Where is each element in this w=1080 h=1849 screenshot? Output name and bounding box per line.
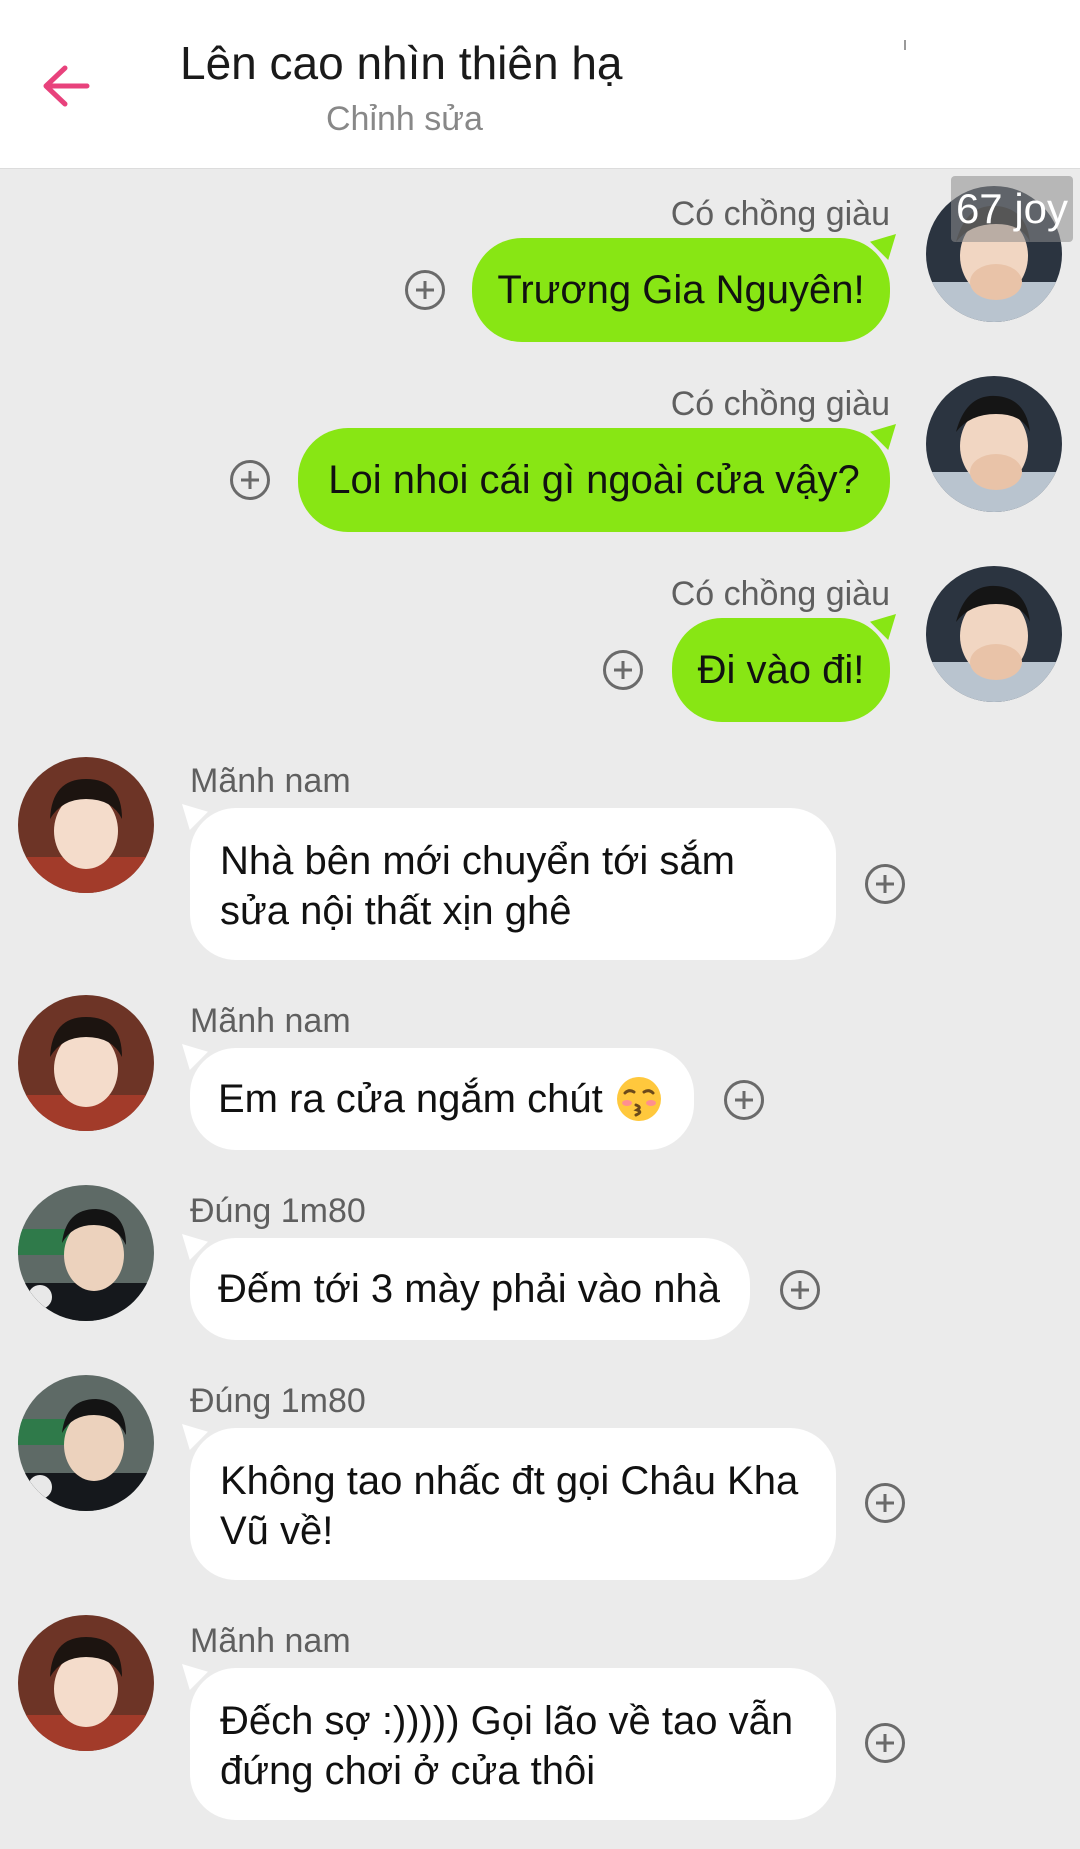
message-text-line: sửa nội thất xịn ghê [220, 889, 572, 933]
message-bubble[interactable]: Em ra cửa ngắm chút [190, 1048, 694, 1150]
chat-title: Lên cao nhìn thiên hạ [180, 37, 623, 89]
kissing-face-emoji-icon [616, 1077, 661, 1121]
avatar [18, 1185, 154, 1321]
avatar [18, 1375, 154, 1511]
avatar [18, 757, 154, 893]
message-bubble[interactable]: Trương Gia Nguyên! [472, 238, 890, 342]
message-text-line: Nhà bên mới chuyển tới sắm [220, 839, 735, 883]
sender-name: Mãnh nam [190, 1002, 351, 1040]
sender-name: Có chồng giàu [670, 385, 890, 423]
chat-header: Lên cao nhìn thiên hạ Chỉnh sửa [0, 0, 1080, 169]
edit-link[interactable]: Chỉnh sửa [326, 100, 483, 139]
message-bubble[interactable]: Loi nhoi cái gì ngoài cửa vậy? [298, 428, 890, 532]
avatar [926, 376, 1062, 512]
watermark-label: 67 joy [951, 176, 1073, 242]
sender-name: Đúng 1m80 [190, 1382, 366, 1420]
message-text: Đếm tới 3 mày phải vào nhà [218, 1267, 721, 1311]
add-reaction-button[interactable] [230, 460, 270, 500]
add-reaction-button[interactable] [405, 270, 445, 310]
message-text-line: Đếch sợ :))))) Gọi lão về tao vẫn [220, 1699, 794, 1743]
plus-icon [416, 281, 434, 299]
plus-icon [876, 1734, 894, 1752]
message-text: Đi vào đi! [697, 648, 865, 692]
message-bubble[interactable]: Nhà bên mới chuyển tới sắm sửa nội thất … [190, 808, 836, 960]
message-bubble[interactable]: Đếm tới 3 mày phải vào nhà [190, 1238, 750, 1340]
sender-name: Mãnh nam [190, 762, 351, 800]
plus-icon [241, 471, 259, 489]
add-reaction-button[interactable] [780, 1270, 820, 1310]
avatar [18, 1615, 154, 1751]
plus-icon [614, 661, 632, 679]
add-reaction-button[interactable] [865, 1483, 905, 1523]
message-text: Em ra cửa ngắm chút [218, 1077, 603, 1121]
back-button[interactable] [36, 56, 96, 116]
message-text: Trương Gia Nguyên! [497, 268, 865, 312]
avatar [926, 566, 1062, 702]
add-reaction-button[interactable] [865, 864, 905, 904]
plus-icon [876, 1494, 894, 1512]
add-reaction-button[interactable] [603, 650, 643, 690]
add-reaction-button[interactable] [865, 1723, 905, 1763]
sender-name: Mãnh nam [190, 1622, 351, 1660]
plus-icon [791, 1281, 809, 1299]
sender-name: Có chồng giàu [670, 195, 890, 233]
sender-name: Có chồng giàu [670, 575, 890, 613]
message-bubble[interactable]: Đi vào đi! [672, 618, 890, 722]
sender-name: Đúng 1m80 [190, 1192, 366, 1230]
avatar [18, 995, 154, 1131]
message-bubble[interactable]: Không tao nhấc đt gọi Châu Kha Vũ về! [190, 1428, 836, 1580]
message-text: Loi nhoi cái gì ngoài cửa vậy? [328, 458, 860, 502]
message-text-line: Không tao nhấc đt gọi Châu Kha [220, 1459, 799, 1503]
back-arrow-icon [43, 65, 90, 107]
add-reaction-button[interactable] [724, 1080, 764, 1120]
message-text-line: Vũ về! [220, 1509, 334, 1553]
plus-icon [735, 1091, 753, 1109]
plus-icon [876, 875, 894, 893]
header-divider-mark [904, 40, 906, 50]
message-bubble[interactable]: Đếch sợ :))))) Gọi lão về tao vẫn đứng c… [190, 1668, 836, 1820]
message-text-line: đứng chơi ở cửa thôi [220, 1749, 596, 1793]
